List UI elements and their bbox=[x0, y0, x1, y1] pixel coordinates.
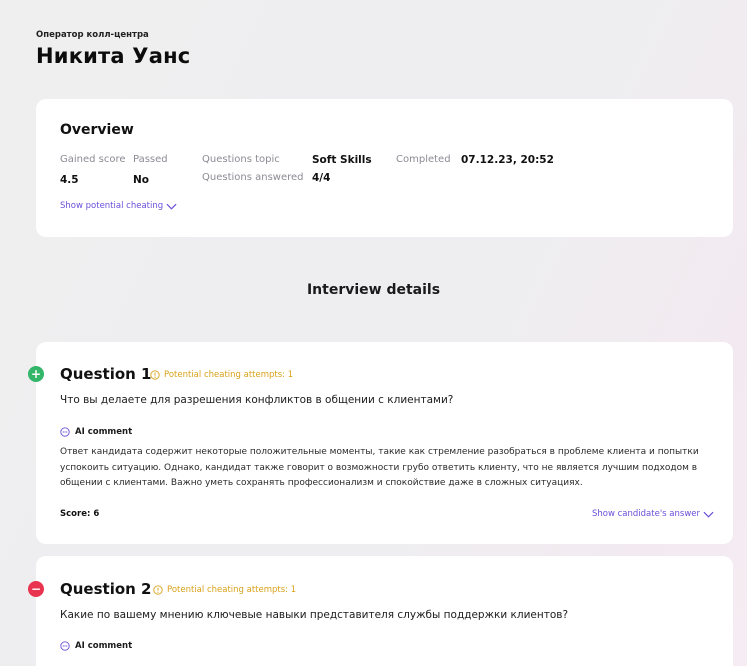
ai-comment-header: AI comment bbox=[60, 641, 132, 651]
plus-icon[interactable]: + bbox=[28, 366, 44, 382]
gained-score-value: 4.5 bbox=[60, 174, 79, 186]
ai-comment-header: AI comment bbox=[60, 427, 132, 437]
completed-label: Completed bbox=[396, 154, 451, 165]
chat-icon bbox=[60, 641, 70, 651]
question-card: + Question 1 Potential cheating attempts… bbox=[28, 342, 733, 544]
ai-comment-label: AI comment bbox=[75, 427, 133, 437]
chevron-down-icon bbox=[166, 203, 177, 210]
cheating-attempts: Potential cheating attempts: 1 bbox=[150, 370, 293, 380]
show-cheating-link[interactable]: Show potential cheating bbox=[60, 201, 177, 211]
ai-comment-label: AI comment bbox=[75, 641, 133, 651]
show-answer-link[interactable]: Show candidate's answer bbox=[592, 509, 714, 519]
show-answer-label: Show candidate's answer bbox=[592, 509, 700, 519]
chevron-down-icon bbox=[703, 511, 714, 518]
candidate-name: Никита Уанс bbox=[36, 44, 191, 68]
question-title: Question 2 bbox=[60, 580, 152, 598]
overview-title: Overview bbox=[60, 122, 134, 138]
ai-comment-text: Ответ кандидата содержит некоторые полож… bbox=[60, 447, 699, 488]
passed-value: No bbox=[133, 174, 150, 186]
cheating-attempts-label: Potential cheating attempts: 1 bbox=[164, 370, 294, 380]
questions-answered-value: 4/4 bbox=[312, 172, 331, 184]
cheating-attempts-label: Potential cheating attempts: 1 bbox=[167, 585, 297, 595]
questions-topic-value: Soft Skills bbox=[312, 154, 372, 166]
question-card: − Question 2 Potential cheating attempts… bbox=[28, 556, 733, 666]
questions-topic-label: Questions topic bbox=[202, 154, 280, 165]
page: Оператор колл-центра Никита Уанс Overvie… bbox=[0, 0, 747, 666]
question-title: Question 1 bbox=[60, 365, 152, 383]
gained-score-label: Gained score bbox=[60, 154, 126, 165]
chat-icon bbox=[60, 427, 70, 437]
warning-icon bbox=[150, 370, 160, 380]
minus-icon[interactable]: − bbox=[28, 581, 44, 597]
candidate-role: Оператор колл-центра bbox=[36, 30, 149, 40]
passed-label: Passed bbox=[133, 154, 168, 165]
interview-details-title: Interview details bbox=[306, 282, 441, 298]
questions-answered-label: Questions answered bbox=[202, 172, 304, 183]
overview-card: Overview Gained score 4.5 Passed No Ques… bbox=[36, 99, 733, 237]
question-score: Score: 6 bbox=[60, 509, 100, 519]
warning-icon bbox=[153, 585, 163, 595]
cheating-attempts: Potential cheating attempts: 1 bbox=[153, 585, 296, 595]
question-text: Что вы делаете для разрешения конфликтов… bbox=[60, 394, 454, 406]
question-text: Какие по вашему мнению ключевые навыки п… bbox=[60, 609, 569, 621]
show-cheating-label: Show potential cheating bbox=[60, 201, 164, 211]
completed-value: 07.12.23, 20:52 bbox=[461, 154, 554, 166]
